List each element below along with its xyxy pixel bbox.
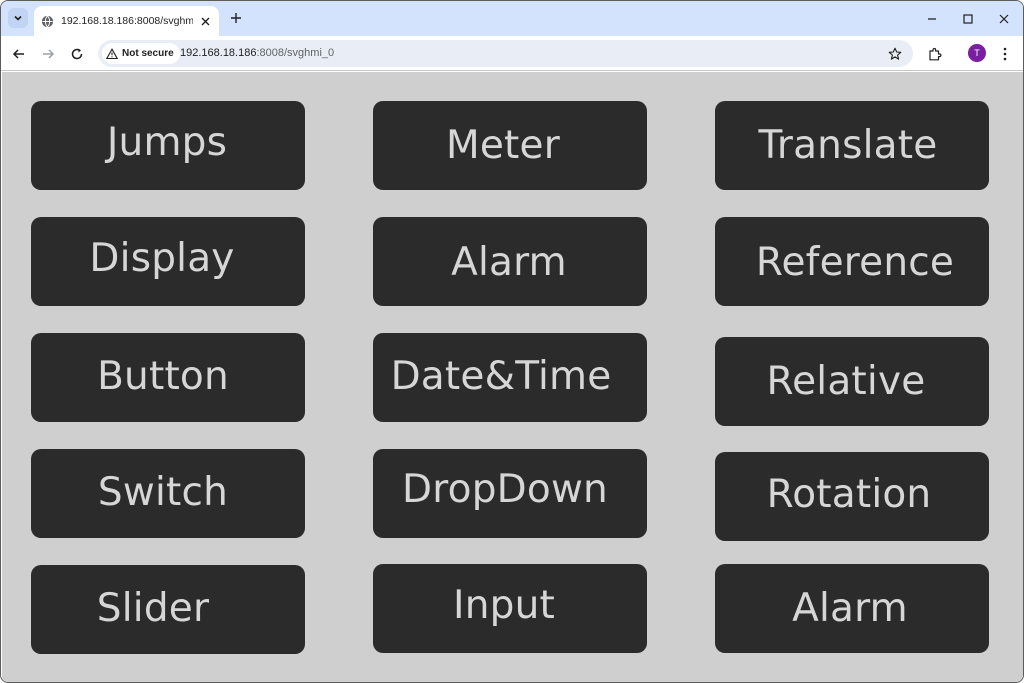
security-chip[interactable]: Not secure	[102, 43, 180, 64]
button-label: Button	[97, 354, 229, 399]
arrow-left-icon	[12, 49, 24, 59]
extensions-button[interactable]	[923, 43, 945, 65]
button-label: Display	[89, 236, 235, 281]
chevron-down-icon	[14, 15, 22, 21]
minimize-icon	[928, 18, 936, 20]
plus-icon	[231, 13, 241, 23]
reload-icon	[71, 48, 83, 60]
address-bar[interactable]: Not secure 192.168.18.186:8008/svghmi_0	[98, 40, 913, 67]
tab-strip: 192.168.18.186:8008/svghmi_0	[1, 1, 1023, 36]
rotation-button[interactable]: Rotation	[715, 452, 989, 541]
close-window-button[interactable]	[993, 8, 1015, 30]
browser-toolbar: Not secure 192.168.18.186:8008/svghmi_0	[1, 36, 1023, 71]
dropdown-button[interactable]: DropDown	[373, 449, 647, 538]
url-text[interactable]: 192.168.18.186:8008/svghmi_0	[180, 47, 334, 59]
jumps-button[interactable]: Jumps	[31, 101, 305, 190]
hmi-page: Jumps Meter Translate Display Alarm Refe…	[2, 72, 1023, 682]
button-label: Jumps	[106, 120, 228, 165]
tab-title: 192.168.18.186:8008/svghmi_0	[61, 15, 193, 27]
maximize-button[interactable]	[957, 8, 979, 30]
security-label: Not secure	[122, 48, 174, 59]
meter-button[interactable]: Meter	[373, 101, 647, 190]
button-label: Input	[453, 583, 555, 628]
close-icon	[201, 17, 209, 25]
browser-tab[interactable]: 192.168.18.186:8008/svghmi_0	[34, 6, 219, 36]
button-label: Slider	[96, 586, 210, 631]
back-button[interactable]	[8, 43, 30, 65]
button-label: Date&Time	[390, 354, 612, 399]
bookmark-button[interactable]	[886, 45, 903, 62]
display-button[interactable]: Display	[31, 217, 305, 306]
alarm-button[interactable]: Alarm	[373, 217, 647, 306]
slider-button[interactable]: Slider	[31, 565, 305, 654]
translate-button[interactable]: Translate	[715, 101, 989, 190]
tab-search-button[interactable]	[8, 8, 28, 28]
menu-button[interactable]	[994, 43, 1016, 65]
relative-button[interactable]: Relative	[715, 337, 989, 426]
new-tab-button[interactable]	[227, 9, 245, 27]
url-path: :8008/svghmi_0	[256, 47, 335, 59]
url-host: 192.168.18.186	[180, 47, 257, 59]
tab-close-button[interactable]	[197, 13, 213, 29]
arrow-right-icon	[43, 49, 55, 59]
date-time-button[interactable]: Date&Time	[373, 333, 647, 422]
alarm-button-2[interactable]: Alarm	[715, 564, 989, 653]
button-label: Reference	[755, 240, 955, 285]
close-icon	[999, 14, 1009, 24]
browser-window: 192.168.18.186:8008/svghmi_0	[0, 0, 1024, 683]
button-label: Meter	[446, 123, 560, 168]
button-label: Switch	[97, 470, 229, 515]
button-button[interactable]: Button	[31, 333, 305, 422]
button-label: Relative	[766, 359, 926, 404]
globe-icon	[41, 15, 54, 27]
profile-avatar[interactable]: T	[968, 44, 986, 62]
forward-button[interactable]	[37, 43, 59, 65]
puzzle-icon	[928, 47, 941, 60]
warning-icon	[106, 47, 118, 59]
more-vert-icon	[1003, 47, 1007, 61]
switch-button[interactable]: Switch	[31, 449, 305, 538]
reload-button[interactable]	[66, 43, 88, 65]
button-label: Alarm	[451, 240, 567, 285]
star-icon	[888, 47, 901, 60]
minimize-button[interactable]	[921, 8, 943, 30]
reference-button[interactable]: Reference	[715, 217, 989, 306]
maximize-icon	[963, 14, 973, 24]
button-label: DropDown	[402, 467, 608, 512]
button-label: Rotation	[766, 472, 932, 517]
button-label: Alarm	[792, 586, 908, 631]
input-button[interactable]: Input	[373, 564, 647, 653]
button-label: Translate	[758, 123, 938, 168]
